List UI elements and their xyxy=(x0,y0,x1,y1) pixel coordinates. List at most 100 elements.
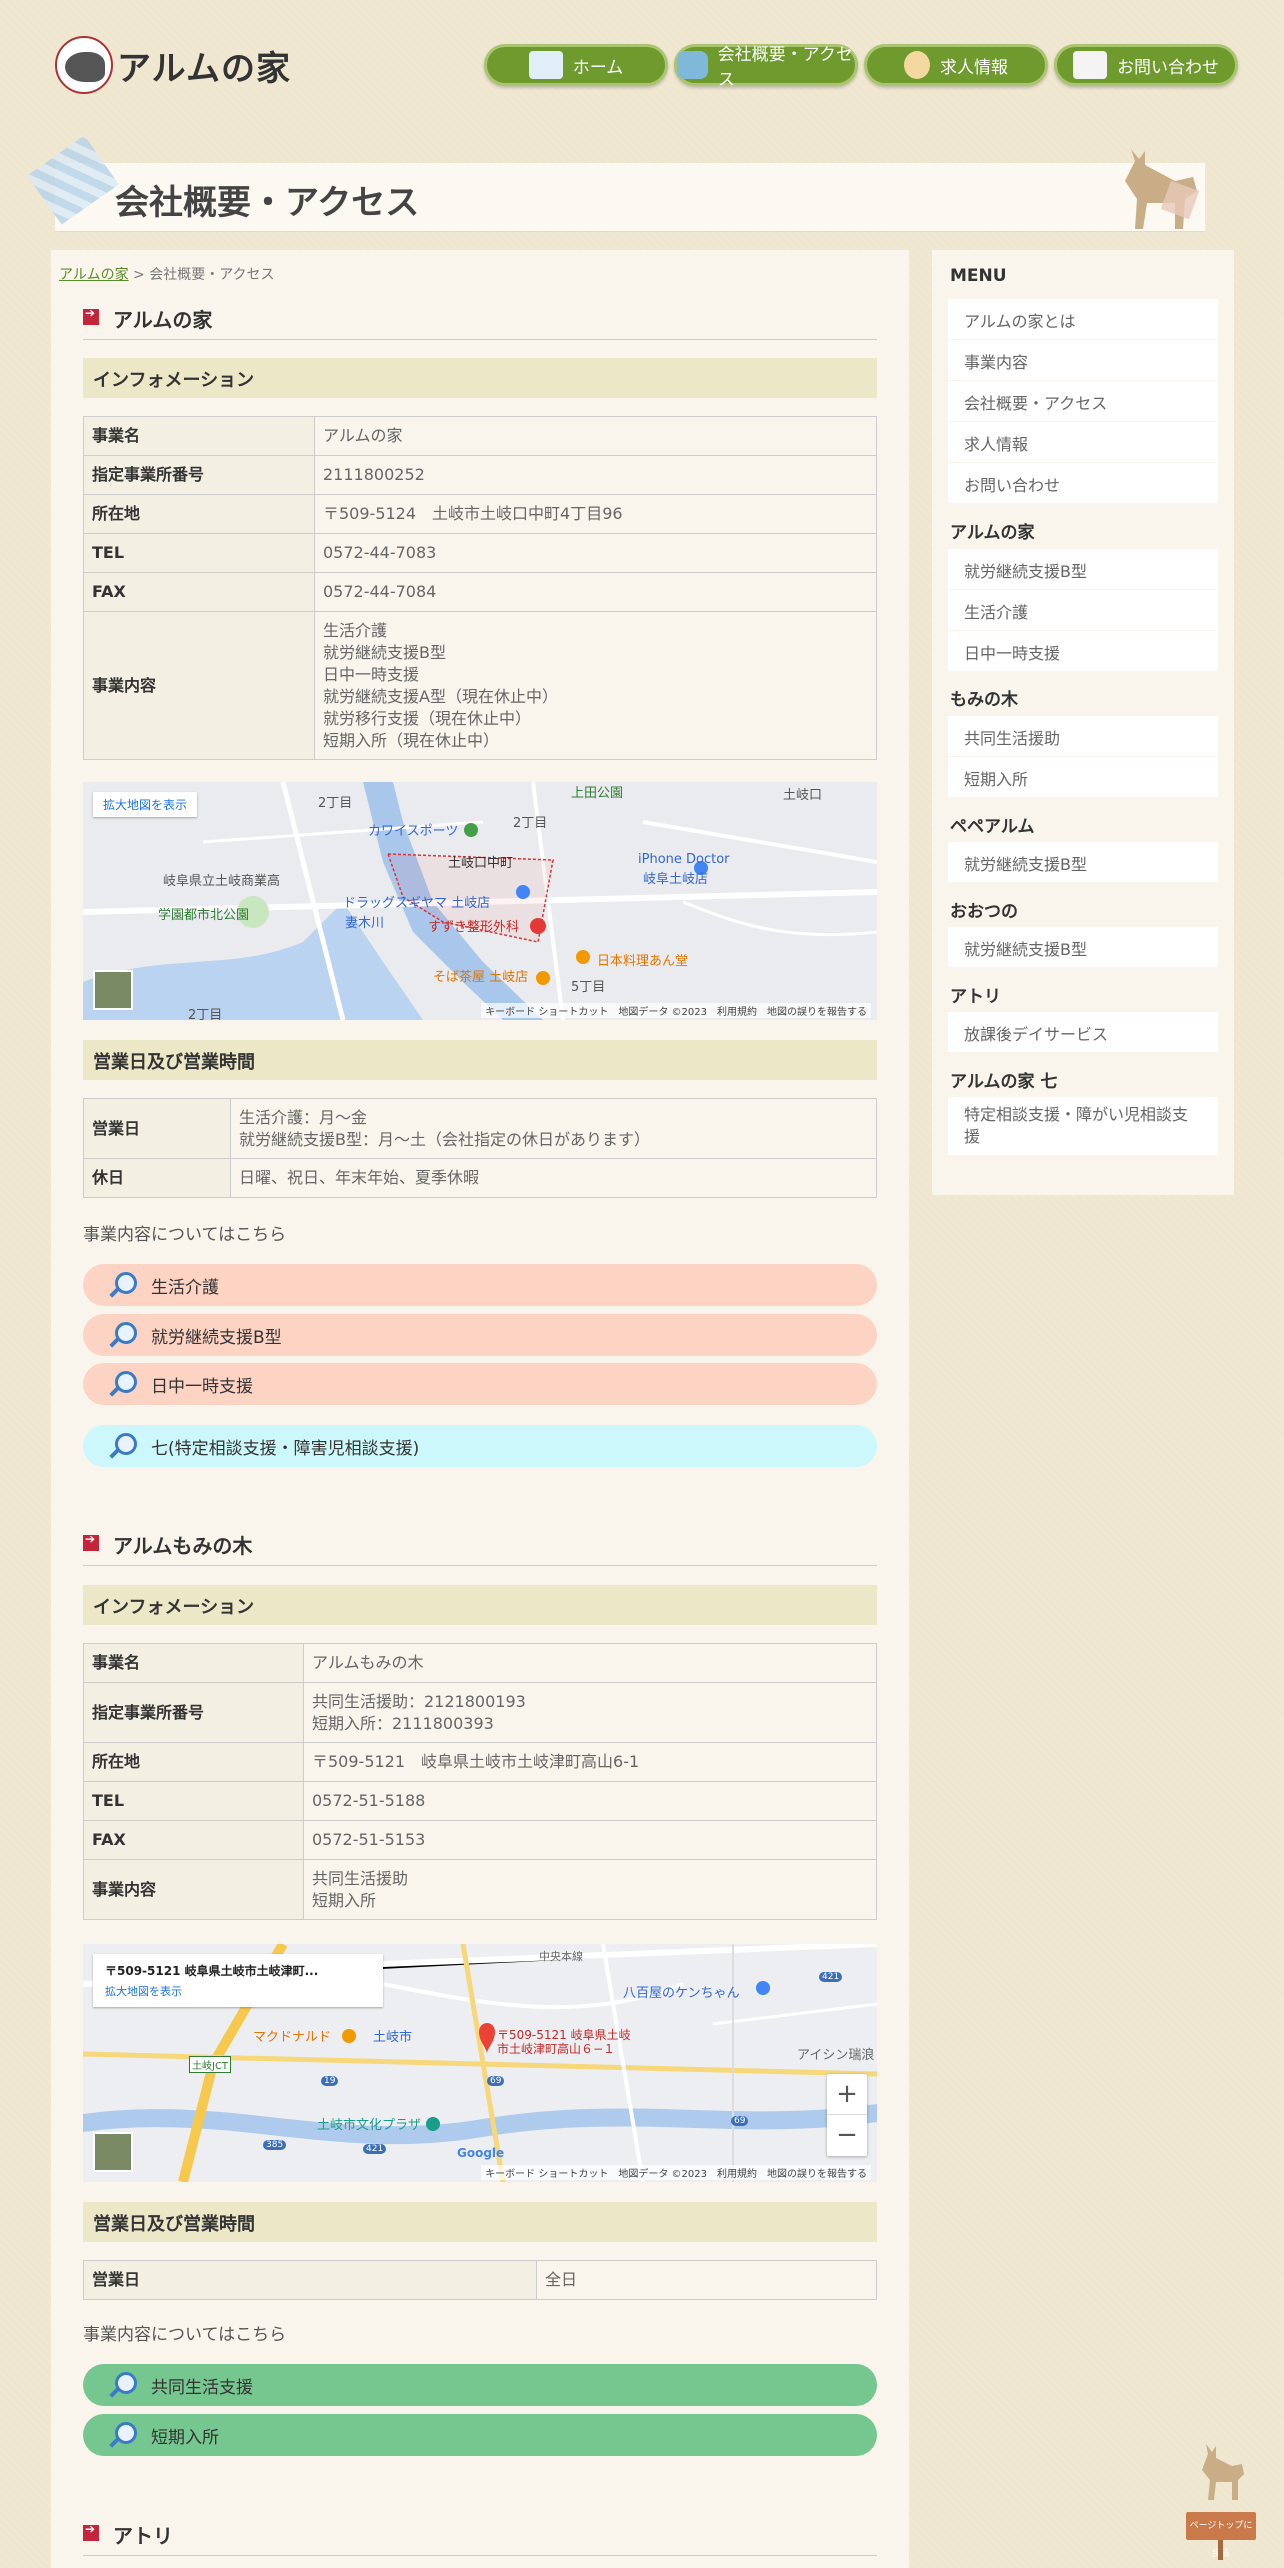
nav-contact-button[interactable]: お問い合わせ xyxy=(1054,44,1238,86)
map-label: 385 xyxy=(263,2140,287,2150)
zoom-out-button[interactable]: − xyxy=(827,2115,867,2156)
link-shuro-b[interactable]: 就労継続支援B型 xyxy=(83,1314,877,1356)
main-content: アルムの家 > 会社概要・アクセス アルムの家 インフォメーション 事業名アルム… xyxy=(51,250,909,2568)
link-label: 日中一時支援 xyxy=(151,1376,253,1397)
row-key: TEL xyxy=(83,533,315,573)
table-row: 事業名 アルムの家 xyxy=(83,416,877,456)
row-key: TEL xyxy=(83,1781,304,1821)
row-key: 営業日 xyxy=(83,2260,537,2300)
magnifier-icon xyxy=(107,2420,137,2450)
nav-home-button[interactable]: ホーム xyxy=(484,44,668,86)
row-key: FAX xyxy=(83,572,315,612)
map-satellite-toggle[interactable] xyxy=(93,970,133,1010)
map-label: カワイスポーツ xyxy=(368,824,459,839)
map-label: 学園都市北公園 xyxy=(158,908,250,923)
row-value: 〒509-5121 岐阜県土岐市土岐津町高山6-1 xyxy=(303,1742,877,1782)
map-info-card[interactable]: 〒509-5121 岐阜県土岐市土岐津町... 拡大地図を表示 xyxy=(93,1954,383,2007)
table-row: 営業日 生活介護：月〜金 就労継続支援B型：月〜土（会社指定の休日があります） xyxy=(83,1098,877,1159)
map-label: 土岐市文化プラザ xyxy=(317,2118,422,2133)
table-row: TEL 0572-51-5188 xyxy=(83,1781,877,1821)
section-title-atori: アトリ xyxy=(83,2520,877,2556)
hours-heading: 営業日及び営業時間 xyxy=(83,2202,877,2242)
sidebar-item-company[interactable]: 会社概要・アクセス xyxy=(948,381,1218,421)
map-arumu[interactable]: 拡大地図を表示 2丁目 上田公園 2丁目 土岐口 カワイスポーツ 岐阜県立土岐商… xyxy=(83,782,877,1020)
map-momi[interactable]: 〒509-5121 岐阜県土岐市土岐津町... 拡大地図を表示 中央本線 八百屋… xyxy=(83,1944,877,2182)
breadcrumb-home-link[interactable]: アルムの家 xyxy=(59,267,129,283)
table-row: 指定事業所番号 2111800252 xyxy=(83,455,877,495)
sidebar-group-title: アルムの家 七 xyxy=(950,1072,1058,1092)
row-value: 生活介護：月〜金 就労継続支援B型：月〜土（会社指定の休日があります） xyxy=(230,1098,877,1159)
nav-recruit-button[interactable]: 求人情報 xyxy=(864,44,1048,86)
sidebar-group-title: おおつの xyxy=(950,902,1018,922)
table-row: 事業内容 共同生活援助 短期入所 xyxy=(83,1859,877,1920)
link-tanki-nyusho[interactable]: 短期入所 xyxy=(83,2414,877,2456)
section-title-momi: アルムもみの木 xyxy=(83,1530,877,1566)
map-label: アイシン瑞浪 xyxy=(797,2048,875,2063)
hours-table-arumu: 営業日 生活介護：月〜金 就労継続支援B型：月〜土（会社指定の休日があります） 休… xyxy=(83,1098,877,1198)
link-seikatsu-kaigo[interactable]: 生活介護 xyxy=(83,1264,877,1306)
map-label: 2丁目 xyxy=(513,816,548,831)
sidebar-item-contact[interactable]: お問い合わせ xyxy=(948,463,1218,503)
sidebar-item[interactable]: 就労継続支援B型 xyxy=(948,549,1218,589)
map-label: 日本料理あん堂 xyxy=(597,954,689,969)
map-satellite-toggle[interactable] xyxy=(93,2132,133,2172)
hours-table-momi: 営業日 全日 xyxy=(83,2260,877,2300)
row-value: 0572-51-5153 xyxy=(303,1820,877,1860)
magnifier-icon xyxy=(107,2370,137,2400)
logo-mark-icon xyxy=(55,36,113,94)
sidebar-item-about[interactable]: アルムの家とは xyxy=(948,299,1218,339)
bus-icon xyxy=(677,51,708,79)
row-key: 所在地 xyxy=(83,494,315,534)
link-label: 生活介護 xyxy=(151,1277,219,1298)
zoom-in-button[interactable]: + xyxy=(827,2074,867,2115)
row-value: 共同生活援助 短期入所 xyxy=(303,1859,877,1920)
sidebar: MENU アルムの家とは 事業内容 会社概要・アクセス 求人情報 お問い合わせ … xyxy=(932,250,1234,1195)
magnifier-icon xyxy=(107,1431,137,1461)
nav-company-label: 会社概要・アクセス xyxy=(717,45,853,90)
breadcrumb: アルムの家 > 会社概要・アクセス xyxy=(59,264,275,284)
logo-text: アルムの家 xyxy=(117,48,291,89)
map-label: ドラッグスギヤマ 土岐店 xyxy=(343,896,491,911)
map-label: 上田公園 xyxy=(571,786,624,801)
link-seven[interactable]: 七(特定相談支援・障害児相談支援) xyxy=(83,1425,877,1467)
site-header: アルムの家 ホーム 会社概要・アクセス 求人情報 お問い合わせ xyxy=(0,0,1284,130)
row-value: 〒509-5124 土岐市土岐口中町4丁目96 xyxy=(314,494,877,534)
page-title-banner: 会社概要・アクセス xyxy=(55,149,1205,231)
table-row: FAX 0572-51-5153 xyxy=(83,1820,877,1860)
info-table-arumu: 事業名 アルムの家 指定事業所番号 2111800252 所在地 〒509-5124 … xyxy=(83,416,877,760)
sidebar-item-recruit[interactable]: 求人情報 xyxy=(948,422,1218,462)
link-label: 短期入所 xyxy=(151,2427,219,2448)
sidebar-item-services[interactable]: 事業内容 xyxy=(948,340,1218,380)
link-kyodo-seikatsu[interactable]: 共同生活支援 xyxy=(83,2364,877,2406)
row-value: アルムの家 xyxy=(314,416,877,456)
sidebar-item[interactable]: 日中一時支援 xyxy=(948,631,1218,671)
row-key: 事業内容 xyxy=(83,611,315,760)
map-label: 妻木川 xyxy=(345,916,385,931)
link-nicchu[interactable]: 日中一時支援 xyxy=(83,1363,877,1405)
row-key: 事業内容 xyxy=(83,1859,304,1920)
row-key: 休日 xyxy=(83,1158,231,1198)
map-label: iPhone Doctor xyxy=(638,852,730,867)
info-heading: インフォメーション xyxy=(83,1585,877,1625)
map-label: 5丁目 xyxy=(571,980,606,995)
sidebar-item[interactable]: 放課後デイサービス xyxy=(948,1012,1218,1052)
map-expand-link[interactable]: 拡大地図を表示 xyxy=(105,1983,371,1999)
sidebar-item[interactable]: 就労継続支援B型 xyxy=(948,842,1218,882)
sidebar-item[interactable]: 特定相談支援・障がい児相談支援 xyxy=(948,1097,1218,1155)
service-note: 事業内容についてはこちら xyxy=(83,1225,287,1245)
sidebar-item[interactable]: 共同生活援助 xyxy=(948,716,1218,756)
map-label: 土岐口 xyxy=(783,788,823,803)
map-label: 市土岐津町高山６−１ xyxy=(497,2042,616,2056)
map-footer: キーボード ショートカット 地図データ ©2023 利用規約 地図の誤りを報告す… xyxy=(481,2165,871,2180)
sidebar-item[interactable]: 短期入所 xyxy=(948,757,1218,797)
row-value: 0572-44-7083 xyxy=(314,533,877,573)
back-to-top-button[interactable]: ページトップに戻る xyxy=(1180,2440,1260,2560)
site-logo[interactable]: アルムの家 xyxy=(55,35,291,95)
nav-company-button[interactable]: 会社概要・アクセス xyxy=(674,44,858,90)
sidebar-item[interactable]: 就労継続支援B型 xyxy=(948,927,1218,967)
row-key: 事業名 xyxy=(83,416,315,456)
face-icon xyxy=(904,51,930,79)
sidebar-item[interactable]: 生活介護 xyxy=(948,590,1218,630)
mail-icon xyxy=(1073,51,1107,79)
map-expand-link[interactable]: 拡大地図を表示 xyxy=(93,792,198,817)
